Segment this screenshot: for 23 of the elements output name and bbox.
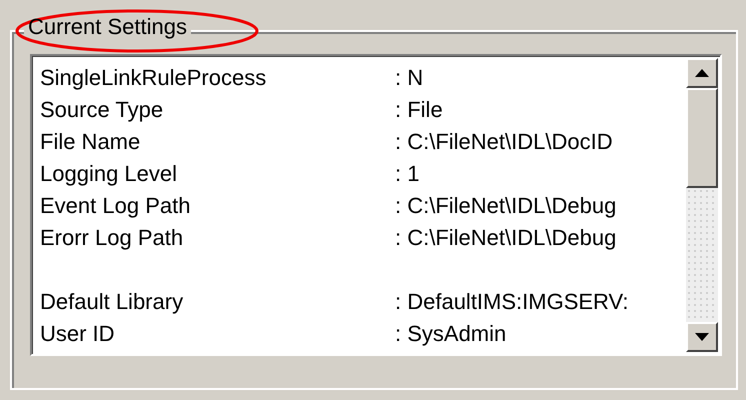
group-title: Current Settings — [28, 14, 187, 39]
setting-value: : C:\FileNet\IDL\Debug — [395, 193, 616, 219]
setting-label: Logging Level — [40, 161, 178, 187]
setting-label: Event Log Path — [40, 193, 192, 219]
setting-label: User ID — [40, 321, 116, 347]
scroll-down-button[interactable] — [686, 322, 718, 352]
setting-value: : SysAdmin — [395, 321, 506, 347]
setting-value: : C:\FileNet\IDL\DocID — [395, 129, 613, 155]
scroll-thumb[interactable] — [686, 88, 718, 188]
setting-value: : 1 — [395, 161, 420, 187]
setting-label: File Name — [40, 129, 142, 155]
down-arrow-icon — [695, 333, 709, 341]
vertical-scrollbar[interactable] — [686, 58, 718, 352]
setting-value: : File — [395, 97, 443, 123]
setting-label: Erorr Log Path — [40, 225, 184, 251]
scroll-up-button[interactable] — [686, 58, 718, 88]
setting-label: SingleLinkRuleProcess — [40, 65, 268, 91]
setting-value: : N — [395, 65, 424, 91]
setting-label: Source Type — [40, 97, 164, 123]
setting-value: : DefaultIMS:IMGSERV: — [395, 289, 629, 315]
up-arrow-icon — [695, 69, 709, 77]
setting-value: : C:\FileNet\IDL\Debug — [395, 225, 616, 251]
setting-label: Default Library — [40, 289, 184, 315]
